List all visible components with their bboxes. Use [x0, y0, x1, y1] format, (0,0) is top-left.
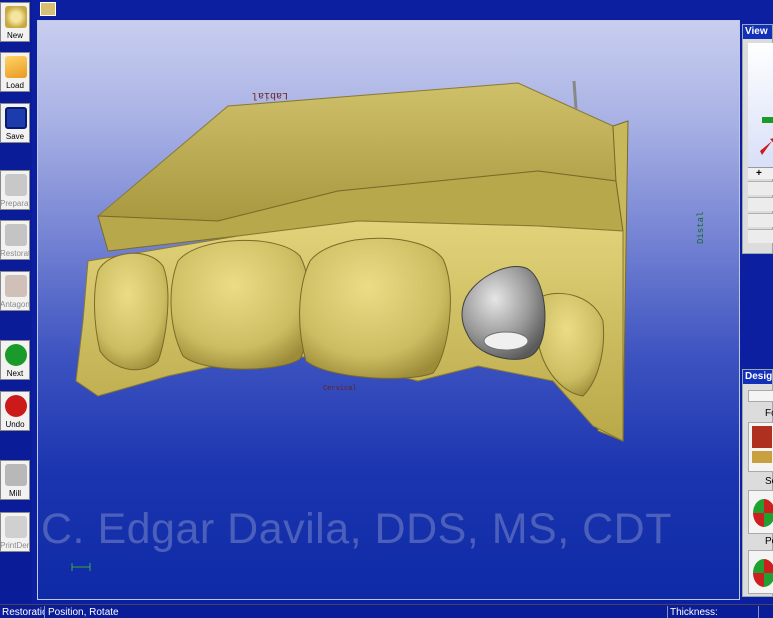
scale-wheel-icon[interactable] — [753, 499, 773, 527]
app-icon[interactable] — [40, 2, 56, 16]
zoom-in-button[interactable]: + — [748, 167, 773, 179]
mill-button[interactable]: Mill — [0, 460, 30, 500]
labial-label: Labial — [252, 89, 288, 101]
position-label: Position — [765, 536, 773, 547]
scale-label: Scale — [765, 476, 773, 487]
load-label: Load — [6, 81, 24, 90]
antagonist-button[interactable]: Antagonist — [0, 271, 30, 311]
scale-tools[interactable] — [748, 490, 773, 534]
scale-bar-icon — [71, 563, 91, 571]
preparation-label: Preparation — [0, 199, 30, 208]
view-orientation-box[interactable] — [748, 43, 773, 167]
form-tools[interactable] — [748, 422, 773, 472]
printdent-button[interactable]: PrintDent — [0, 512, 30, 552]
position-tools[interactable] — [748, 550, 773, 594]
design-panel: Design Form Scale Position — [742, 369, 773, 597]
restoration-icon — [5, 224, 27, 246]
print-icon — [5, 516, 27, 538]
save-label: Save — [5, 132, 25, 141]
preparation-margin — [483, 331, 529, 351]
new-label: New — [6, 31, 23, 40]
floppy-disk-icon — [5, 107, 27, 129]
view-panel-title: View — [743, 25, 772, 39]
view-option-3[interactable] — [748, 213, 773, 227]
view-option-2[interactable] — [748, 197, 773, 211]
new-icon — [5, 6, 27, 28]
cerec-design-window: New Load Save Preparation Restoration An… — [0, 0, 773, 618]
next-button[interactable]: Next — [0, 340, 30, 380]
mill-label: Mill — [9, 489, 21, 498]
status-mode: Restoration — [2, 607, 44, 618]
status-hint: Position, Rotate — [48, 607, 119, 618]
position-wheel-icon[interactable] — [753, 559, 773, 587]
restoration-button[interactable]: Restoration — [0, 220, 30, 260]
next-label: Next — [6, 369, 24, 378]
form-label: Form — [765, 408, 773, 419]
cervical-label: Cervical — [323, 385, 357, 393]
save-button[interactable]: Save — [0, 103, 30, 143]
load-button[interactable]: Load — [0, 52, 30, 92]
design-panel-title: Design — [743, 370, 772, 384]
restoration-label: Restoration — [0, 249, 30, 258]
status-bar: Restoration Position, Rotate Thickness: — [0, 604, 773, 618]
distal-label: Distal — [696, 212, 706, 244]
printdent-label: PrintDent — [0, 541, 30, 550]
arrow-left-icon — [5, 395, 27, 417]
orientation-arrows-icon — [760, 117, 773, 155]
undo-label: Undo — [5, 420, 25, 429]
arrow-right-icon — [5, 344, 27, 366]
tooth-lateral — [94, 252, 169, 371]
model-pin — [572, 80, 578, 110]
mill-icon — [5, 464, 27, 486]
antagonist-label: Antagonist — [0, 300, 30, 309]
3d-viewport[interactable]: Labial Distal Cervical C. Edgar Davila, … — [37, 20, 740, 600]
preparation-icon — [5, 174, 27, 196]
view-panel: View + — [742, 24, 773, 254]
antagonist-icon — [5, 275, 27, 297]
watermark: C. Edgar Davila, DDS, MS, CDT — [41, 505, 672, 553]
preparation-button[interactable]: Preparation — [0, 170, 30, 210]
view-option-1[interactable] — [748, 181, 773, 195]
folder-icon — [5, 56, 27, 78]
tooth-canine — [536, 292, 605, 397]
tooth-central-left — [170, 240, 311, 370]
form-tool-icon[interactable] — [752, 426, 772, 448]
undo-button[interactable]: Undo — [0, 391, 30, 431]
tooth-central-right — [299, 237, 451, 379]
form-drop-icon[interactable] — [752, 451, 772, 463]
thickness-label: Thickness: — [670, 607, 718, 618]
design-row-1[interactable] — [748, 390, 773, 402]
new-button[interactable]: New — [0, 2, 30, 42]
left-toolbar: New Load Save Preparation Restoration An… — [0, 0, 32, 604]
view-option-4[interactable] — [748, 229, 773, 243]
